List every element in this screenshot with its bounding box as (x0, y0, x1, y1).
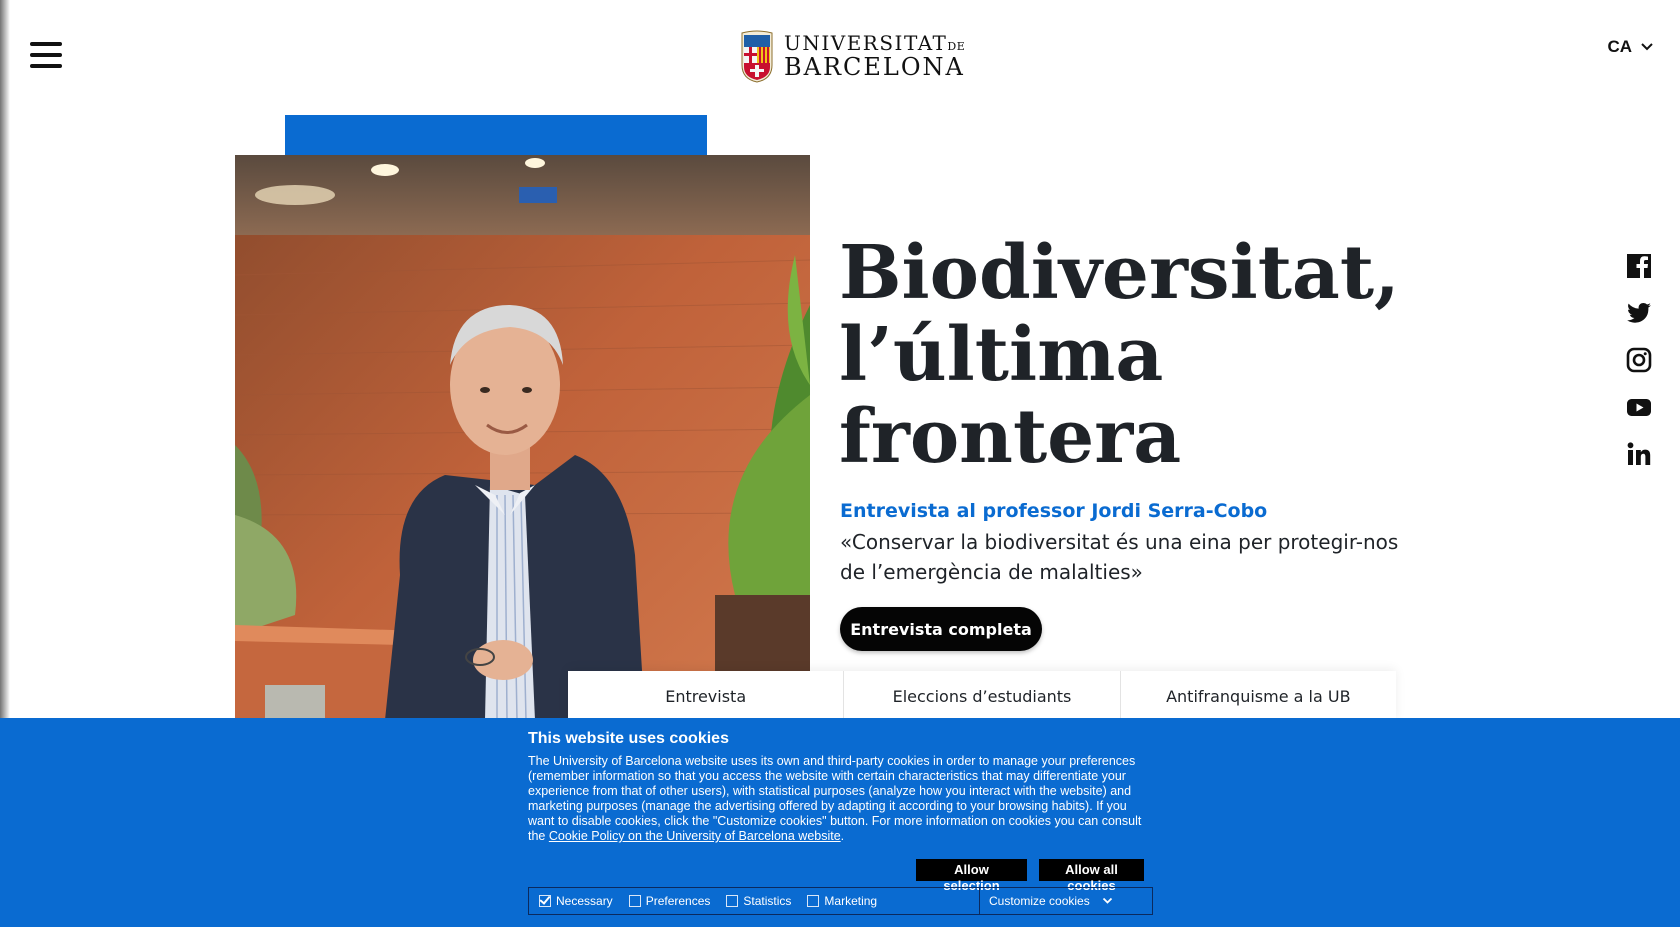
tab-student-elections[interactable]: Eleccions d’estudiants (844, 671, 1121, 721)
cookie-option-marketing[interactable]: Marketing (807, 894, 877, 908)
interview-quote: «Conservar la biodiversitat és una eina … (840, 530, 1399, 584)
checkbox-preferences[interactable] (628, 895, 641, 907)
allow-selection-button[interactable]: Allow selection (916, 859, 1027, 893)
full-interview-button[interactable]: Entrevista completa (840, 607, 1042, 651)
hero-photo (235, 155, 810, 720)
university-logo[interactable]: UNIVERSITATDE BARCELONA (740, 29, 965, 83)
chevron-down-icon (1641, 43, 1653, 51)
logo-line1: UNIVERSITAT (784, 31, 948, 55)
checkbox-marketing[interactable] (807, 895, 820, 907)
feature-tabs: Entrevista Eleccions d’estudiants Antifr… (568, 671, 1396, 721)
cookie-body-end: . (840, 829, 845, 843)
interview-subtitle: Entrevista al professor Jordi Serra-Cobo (840, 500, 1268, 522)
linkedin-icon[interactable] (1626, 441, 1652, 467)
allow-all-cookies-button[interactable]: Allow all cookies (1039, 859, 1144, 893)
cookie-policy-link[interactable]: Cookie Policy on the University of Barce… (549, 829, 841, 843)
instagram-icon[interactable] (1626, 347, 1652, 373)
twitter-icon[interactable] (1626, 300, 1652, 326)
customize-cookies-button[interactable]: Customize cookies (979, 888, 1152, 914)
cookie-option-necessary[interactable]: Necessary (539, 894, 613, 908)
language-selector[interactable]: CA (1607, 37, 1654, 57)
chevron-down-icon (1102, 897, 1112, 904)
checkbox-necessary[interactable] (539, 895, 551, 907)
cookie-option-label: Preferences (645, 894, 711, 908)
cookie-option-label: Statistics (743, 894, 792, 908)
cookie-option-preferences[interactable]: Preferences (628, 894, 711, 908)
language-label: CA (1607, 37, 1632, 56)
hamburger-menu-icon[interactable] (30, 42, 62, 68)
customize-cookies-label: Customize cookies (989, 894, 1090, 908)
cookie-text: The University of Barcelona website uses… (528, 754, 1153, 844)
cookie-option-label: Marketing (824, 894, 878, 908)
tab-antifrancoism[interactable]: Antifranquisme a la UB (1121, 671, 1396, 721)
facebook-icon[interactable] (1626, 253, 1652, 279)
university-crest-icon (741, 30, 773, 83)
logo-line1-suffix: DE (947, 40, 966, 53)
cookie-option-label: Necessary (556, 894, 613, 908)
youtube-icon[interactable] (1626, 394, 1652, 420)
cookie-actions: Allow selection Allow all cookies (916, 859, 1144, 893)
page-title: Biodiversitat, l’última frontera (839, 230, 1400, 480)
logo-line2: BARCELONA (784, 53, 965, 81)
cookie-options-bar: Necessary Preferences Statistics Marketi… (528, 887, 1153, 915)
tab-interview[interactable]: Entrevista (568, 671, 845, 721)
hero-accent-block (285, 115, 707, 155)
cookie-title: This website uses cookies (528, 730, 729, 747)
cookie-option-statistics[interactable]: Statistics (726, 894, 791, 908)
social-links (1626, 253, 1652, 467)
cookie-banner: This website uses cookies The University… (0, 718, 1680, 927)
checkbox-statistics[interactable] (726, 895, 739, 907)
